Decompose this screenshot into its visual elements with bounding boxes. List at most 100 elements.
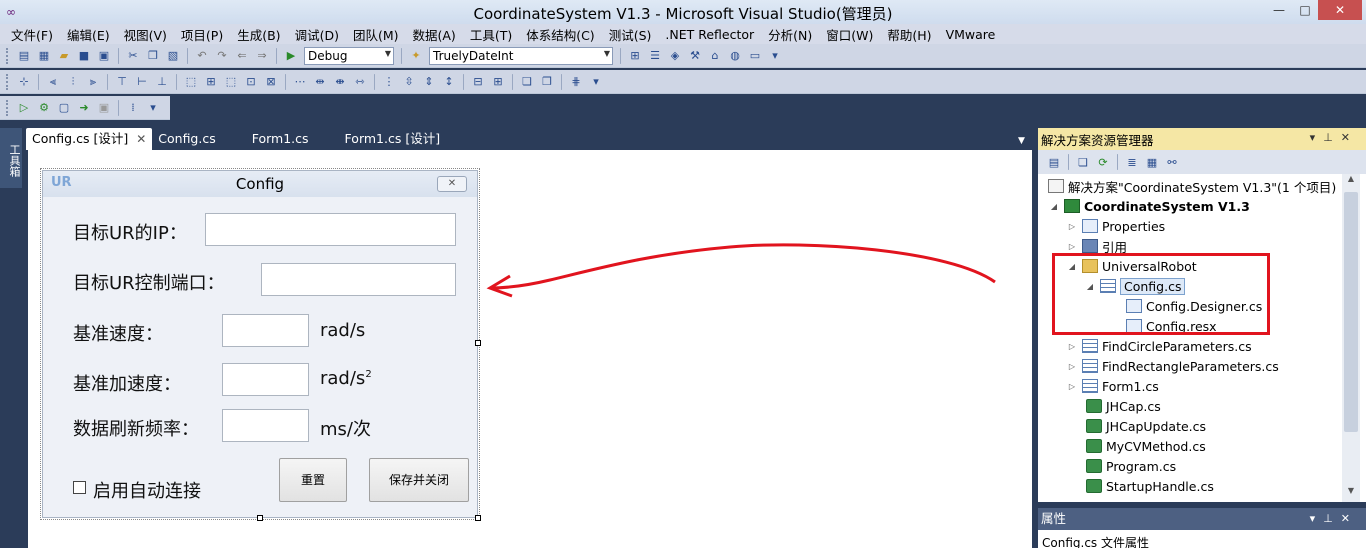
expand-arrow-icon[interactable]: ◢ bbox=[1048, 202, 1060, 211]
accel-input[interactable] bbox=[222, 363, 309, 396]
resize-handle-right[interactable] bbox=[475, 340, 481, 346]
ip-input[interactable] bbox=[205, 213, 456, 246]
toolbar-options-icon[interactable]: ▾ bbox=[588, 74, 604, 90]
align-middles-icon[interactable]: ⊢ bbox=[134, 74, 150, 90]
breakpoints-icon[interactable]: ⁞ bbox=[125, 100, 141, 116]
resize-handle-corner[interactable] bbox=[475, 515, 481, 521]
scroll-up-icon[interactable]: ▲ bbox=[1342, 174, 1360, 190]
collapse-arrow-icon[interactable]: ▷ bbox=[1066, 242, 1078, 251]
tree-node-program[interactable]: Program.cs bbox=[1086, 456, 1176, 476]
paste-icon[interactable]: ▧ bbox=[165, 48, 181, 64]
menu-architecture[interactable]: 体系结构(C) bbox=[519, 25, 601, 44]
refresh-input[interactable] bbox=[222, 409, 309, 442]
make-same-width-icon[interactable]: ⬚ bbox=[183, 74, 199, 90]
port-input[interactable] bbox=[261, 263, 456, 296]
tab-form1-code[interactable]: Form1.cs bbox=[246, 128, 339, 150]
tab-config-code[interactable]: Config.cs bbox=[152, 128, 245, 150]
toolbox-icon[interactable]: ⚒ bbox=[687, 48, 703, 64]
save-icon[interactable]: ■ bbox=[76, 48, 92, 64]
vertical-spacing-equal-icon[interactable]: ⋮ bbox=[381, 74, 397, 90]
menu-view[interactable]: 视图(V) bbox=[117, 25, 174, 44]
view-designer-icon[interactable]: ▦ bbox=[1144, 154, 1160, 170]
menu-vmware[interactable]: VMware bbox=[939, 27, 1003, 42]
properties-window-icon[interactable]: ☰ bbox=[647, 48, 663, 64]
save-and-close-button[interactable]: 保存并关闭 bbox=[369, 458, 469, 502]
menu-file[interactable]: 文件(F) bbox=[4, 25, 60, 44]
menu-reflector[interactable]: .NET Reflector bbox=[658, 27, 761, 42]
object-browser-icon[interactable]: ◈ bbox=[667, 48, 683, 64]
run-icon[interactable]: ➜ bbox=[76, 100, 92, 116]
tab-form1-designer[interactable]: Form1.cs [设计] bbox=[339, 128, 453, 150]
menu-project[interactable]: 项目(P) bbox=[174, 25, 230, 44]
collapse-arrow-icon[interactable]: ▷ bbox=[1066, 342, 1078, 351]
toolbar-grip[interactable] bbox=[6, 73, 10, 90]
send-to-back-icon[interactable]: ❐ bbox=[539, 74, 555, 90]
align-rights-icon[interactable]: ⫸ bbox=[85, 74, 101, 90]
tab-config-designer[interactable]: Config.cs [设计] ✕ bbox=[26, 128, 153, 150]
vertical-spacing-remove-icon[interactable]: ↕ bbox=[441, 74, 457, 90]
horizontal-spacing-equal-icon[interactable]: ⋯ bbox=[292, 74, 308, 90]
open-folder-icon[interactable]: ▰ bbox=[56, 48, 72, 64]
config-form[interactable]: UR Config ✕ 目标UR的IP： 目标UR控制端口： 基准速度： rad… bbox=[40, 168, 480, 520]
speed-input[interactable] bbox=[222, 314, 309, 347]
size-to-grid-alt-icon[interactable]: ⊠ bbox=[263, 74, 279, 90]
view-class-diagram-icon[interactable]: ⚯ bbox=[1164, 154, 1180, 170]
vertical-spacing-increase-icon[interactable]: ⇳ bbox=[401, 74, 417, 90]
toolbox-tab[interactable]: 工具箱 bbox=[0, 128, 22, 188]
align-lefts-icon[interactable]: ⫷ bbox=[45, 74, 61, 90]
tree-node-jhcapupdate[interactable]: JHCapUpdate.cs bbox=[1086, 416, 1206, 436]
find-in-files-icon[interactable]: ✦ bbox=[408, 48, 424, 64]
start-icon[interactable]: ▷ bbox=[16, 100, 32, 116]
tree-node-form1[interactable]: ▷ Form1.cs bbox=[1066, 376, 1159, 396]
collapse-arrow-icon[interactable]: ▷ bbox=[1066, 222, 1078, 231]
menu-debug[interactable]: 调试(D) bbox=[288, 25, 346, 44]
refresh-icon[interactable]: ⟳ bbox=[1095, 154, 1111, 170]
center-vertically-icon[interactable]: ⊞ bbox=[490, 74, 506, 90]
toolbar-options-icon[interactable]: ▾ bbox=[145, 100, 161, 116]
toolbar-grip[interactable] bbox=[6, 47, 10, 64]
navigate-forward-icon[interactable]: ⇒ bbox=[254, 48, 270, 64]
size-to-grid-icon[interactable]: ⊞ bbox=[203, 74, 219, 90]
scroll-down-icon[interactable]: ▼ bbox=[1342, 486, 1360, 502]
menu-data[interactable]: 数据(A) bbox=[406, 25, 463, 44]
copy-icon[interactable]: ❐ bbox=[145, 48, 161, 64]
align-tops-icon[interactable]: ⊤ bbox=[114, 74, 130, 90]
show-all-files-icon[interactable]: ❏ bbox=[1075, 154, 1091, 170]
resize-handle-bottom[interactable] bbox=[257, 515, 263, 521]
vertical-spacing-decrease-icon[interactable]: ⇕ bbox=[421, 74, 437, 90]
redo-icon[interactable]: ↷ bbox=[214, 48, 230, 64]
extension-manager-icon[interactable]: ◍ bbox=[727, 48, 743, 64]
menu-help[interactable]: 帮助(H) bbox=[880, 25, 938, 44]
stop-icon[interactable]: ▣ bbox=[96, 100, 112, 116]
start-page-icon[interactable]: ⌂ bbox=[707, 48, 723, 64]
align-to-grid-icon[interactable]: ⊹ bbox=[16, 74, 32, 90]
minimize-button[interactable]: — bbox=[1266, 0, 1292, 20]
maximize-button[interactable]: □ bbox=[1292, 0, 1318, 20]
tree-node-findrectangle[interactable]: ▷ FindRectangleParameters.cs bbox=[1066, 356, 1279, 376]
save-all-icon[interactable]: ▣ bbox=[96, 48, 112, 64]
tree-node-startuphandle[interactable]: StartupHandle.cs bbox=[1086, 476, 1214, 496]
solution-explorer-scrollbar[interactable]: ▲ ▼ bbox=[1342, 174, 1360, 502]
undo-icon[interactable]: ↶ bbox=[194, 48, 210, 64]
form-close-icon[interactable]: ✕ bbox=[437, 176, 467, 192]
menu-test[interactable]: 测试(S) bbox=[602, 25, 659, 44]
immediate-window-icon[interactable]: ▭ bbox=[747, 48, 763, 64]
active-files-dropdown-icon[interactable]: ▼ bbox=[1018, 136, 1025, 146]
panel-header-buttons[interactable]: ▾⊥✕ bbox=[1310, 508, 1358, 530]
new-project-icon[interactable]: ▤ bbox=[16, 48, 32, 64]
tab-order-icon[interactable]: ⋕ bbox=[568, 74, 584, 90]
center-horizontally-icon[interactable]: ⊟ bbox=[470, 74, 486, 90]
make-same-size-icon[interactable]: ⊡ bbox=[243, 74, 259, 90]
horizontal-spacing-decrease-icon[interactable]: ⇼ bbox=[332, 74, 348, 90]
add-item-icon[interactable]: ▦ bbox=[36, 48, 52, 64]
toolbar-grip[interactable] bbox=[6, 99, 10, 116]
menu-edit[interactable]: 编辑(E) bbox=[60, 25, 117, 44]
start-debugging-icon[interactable]: ▶ bbox=[283, 48, 299, 64]
close-window-button[interactable]: ✕ bbox=[1318, 0, 1362, 20]
bring-to-front-icon[interactable]: ❏ bbox=[519, 74, 535, 90]
properties-icon[interactable]: ▤ bbox=[1046, 154, 1062, 170]
panel-header-buttons[interactable]: ▾⊥✕ bbox=[1310, 131, 1358, 144]
tree-node-solution[interactable]: 解决方案"CoordinateSystem V1.3"(1 个项目) bbox=[1048, 176, 1336, 196]
reset-button[interactable]: 重置 bbox=[279, 458, 347, 502]
horizontal-spacing-increase-icon[interactable]: ⇹ bbox=[312, 74, 328, 90]
